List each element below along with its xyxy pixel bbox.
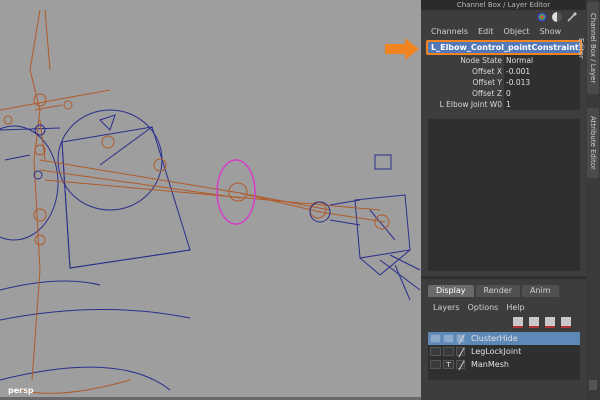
channel-empty-area xyxy=(428,119,580,271)
side-tab-attribute-editor[interactable]: Attribute Editor xyxy=(587,108,599,178)
attr-label: Offset Z xyxy=(471,89,502,98)
menu-edit[interactable]: Edit xyxy=(478,26,494,38)
layer-display-type-toggle[interactable]: T xyxy=(443,360,454,369)
create-empty-layer-icon[interactable] xyxy=(513,317,523,328)
annotation-arrow-icon xyxy=(385,38,419,60)
attr-row-offset-y[interactable]: Offset Y -0.013 xyxy=(428,77,580,88)
perspective-viewport[interactable]: persp xyxy=(0,0,421,400)
attr-row-node-state[interactable]: Node State Normal xyxy=(428,55,580,66)
move-selected-to-layer-icon[interactable] xyxy=(545,317,555,328)
attr-label: L Elbow Joint W0 xyxy=(439,100,502,109)
layer-color-swatch[interactable] xyxy=(456,360,465,369)
menu-layers[interactable]: Layers xyxy=(433,302,459,314)
panel-splitter[interactable] xyxy=(421,276,586,279)
layer-name: LegLockJoint xyxy=(471,347,522,356)
pick-tool-icon[interactable] xyxy=(567,12,577,22)
layer-name: ClusterHide xyxy=(471,334,518,343)
menu-show[interactable]: Show xyxy=(540,26,562,38)
layer-name: ManMesh xyxy=(471,360,509,369)
menu-object[interactable]: Object xyxy=(504,26,530,38)
side-tab-channel-box[interactable]: Channel Box / Layer Editor xyxy=(577,2,599,94)
menu-options[interactable]: Options xyxy=(467,302,498,314)
attr-label: Offset X xyxy=(471,67,502,76)
axis-icon[interactable] xyxy=(537,12,547,22)
attr-row-offset-z[interactable]: Offset Z 0 xyxy=(428,88,580,99)
layer-visibility-toggle[interactable] xyxy=(430,360,441,369)
viewport-camera-label: persp xyxy=(8,386,34,395)
layer-visibility-toggle[interactable] xyxy=(430,334,441,343)
attr-value[interactable]: -0.001 xyxy=(504,66,580,77)
attr-value[interactable]: 0 xyxy=(504,88,580,99)
menu-channels[interactable]: Channels xyxy=(431,26,468,38)
layer-toolbar xyxy=(513,317,571,328)
panel-toolbar xyxy=(537,10,577,24)
layer-color-swatch[interactable] xyxy=(456,334,465,343)
attr-value[interactable]: -0.013 xyxy=(504,77,580,88)
side-tab-strip: Channel Box / Layer Editor Attribute Edi… xyxy=(577,0,600,400)
layer-options-icon[interactable] xyxy=(561,317,571,328)
attr-row-offset-x[interactable]: Offset X -0.001 xyxy=(428,66,580,77)
layer-editor-tabs: Display Render Anim xyxy=(428,285,559,297)
panel-title: Channel Box / Layer Editor xyxy=(421,0,586,10)
attr-label: Node State xyxy=(460,56,502,65)
attr-value[interactable]: 1 xyxy=(504,99,580,110)
attribute-list: Node State Normal Offset X -0.001 Offset… xyxy=(428,55,580,110)
tab-render[interactable]: Render xyxy=(475,285,520,297)
menu-help[interactable]: Help xyxy=(506,302,524,314)
layer-visibility-toggle[interactable] xyxy=(430,347,441,356)
layer-row[interactable]: T ManMesh xyxy=(428,358,580,371)
layer-row[interactable]: LegLockJoint xyxy=(428,345,580,358)
layer-display-type-toggle[interactable] xyxy=(443,347,454,356)
layer-menu-bar: Layers Options Help xyxy=(421,302,586,314)
tab-display[interactable]: Display xyxy=(428,285,474,297)
node-name-highlight xyxy=(426,40,582,55)
wireframe-scene xyxy=(0,9,421,394)
layer-color-swatch[interactable] xyxy=(456,347,465,356)
tab-anim[interactable]: Anim xyxy=(521,285,559,297)
attr-value[interactable]: Normal xyxy=(504,55,580,66)
attr-label: Offset Y xyxy=(472,78,503,87)
channel-menu-bar: Channels Edit Object Show xyxy=(421,26,586,38)
layer-display-type-toggle[interactable] xyxy=(443,334,454,343)
attr-row-elbow-weight[interactable]: L Elbow Joint W0 1 xyxy=(428,99,580,110)
layer-row[interactable]: ClusterHide xyxy=(428,332,580,345)
scrollbar-thumb[interactable] xyxy=(589,380,597,390)
layer-list: ClusterHide LegLockJoint T ManMesh xyxy=(428,332,580,380)
create-layer-from-selection-icon[interactable] xyxy=(529,317,539,328)
half-circle-icon[interactable] xyxy=(552,12,562,22)
channel-box-panel: Channel Box / Layer Editor Channels Edit… xyxy=(421,0,586,400)
